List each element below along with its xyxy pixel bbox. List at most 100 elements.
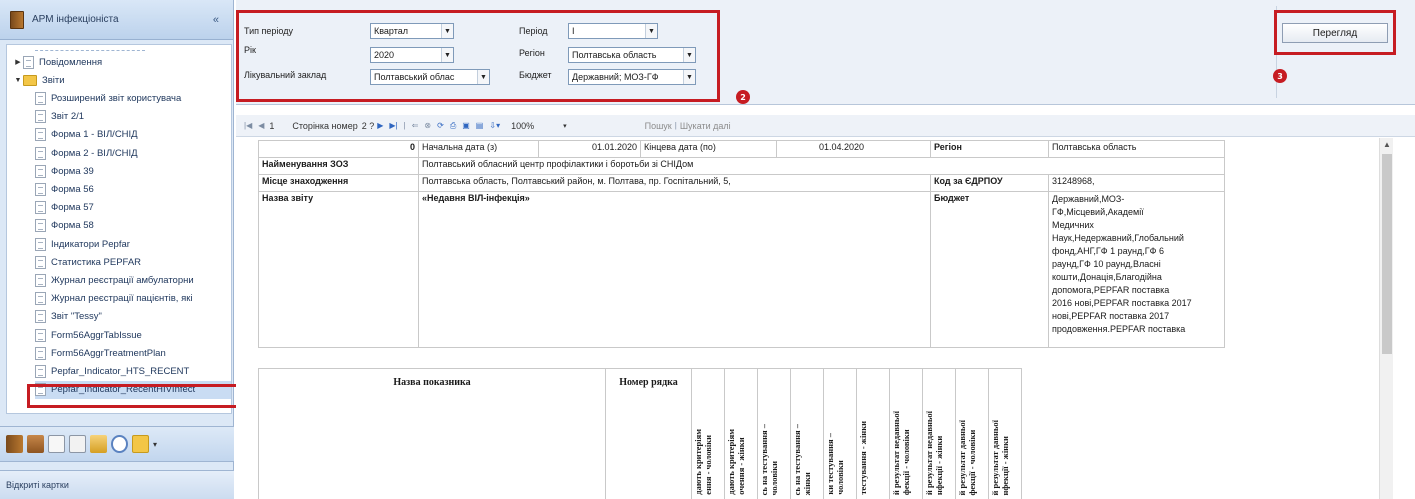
vertical-column-header: сь на тестування – жінки: [790, 368, 824, 499]
first-page-icon[interactable]: |◀: [244, 121, 252, 130]
vertical-column-header: ки тестування – чоловіки: [823, 368, 857, 499]
tree-item-label: Форма 2 - ВІЛ/СНІД: [51, 147, 138, 159]
navigation-tree: ▶ Повідомлення ▼ Звіти Розширений звіт корис…: [6, 44, 232, 414]
budget-line: фонд,АНГ,ГФ 1 раунд,ГФ 6: [1052, 246, 1164, 257]
region-header-value: Полтавська область: [1048, 140, 1225, 158]
tree-item[interactable]: Журнал реєстрації амбулаторни: [35, 271, 231, 289]
tree-item-label: Індикатори Pepfar: [51, 238, 130, 250]
vertical-scrollbar[interactable]: ▲: [1379, 138, 1393, 499]
print-icon[interactable]: ⎙: [450, 121, 456, 131]
current-page-field[interactable]: 1: [269, 121, 274, 131]
table-row: Назва звіту «Недавня ВІЛ-інфекція» Бюдже…: [258, 191, 1225, 348]
scrollbar-thumb[interactable]: [1382, 154, 1392, 354]
vertical-column-header: сь на тестування – чоловіки: [757, 368, 791, 499]
expanded-arrow-icon[interactable]: ▼: [13, 77, 23, 84]
vertical-header-text: й результат недавньої фекції - чоловіки: [891, 411, 912, 495]
vertical-header-line: очення - жінки: [735, 437, 746, 495]
stop-icon[interactable]: ⊗: [424, 121, 431, 130]
export-icon[interactable]: ⇩▾: [489, 121, 500, 130]
vertical-header-line: фекції - чоловіки: [966, 429, 977, 495]
print-layout-icon[interactable]: ▣: [462, 121, 470, 130]
tree-item-label: Журнал реєстрації пацієнтів, які: [51, 293, 193, 305]
indicator-table: Назва показника Номер рядка дають критер…: [258, 368, 1022, 499]
table-row: Найменування ЗОЗ Полтавський обласний це…: [258, 157, 1225, 175]
tree-item[interactable]: ▼ Звіти: [13, 71, 227, 89]
tree-item[interactable]: Звіт "Tessy": [35, 308, 231, 326]
tree-item[interactable]: Журнал реєстрації пацієнтів, які: [35, 290, 231, 308]
tree-item-label: Звіт 2/1: [51, 111, 85, 123]
separator-icon: |: [403, 121, 406, 130]
previous-page-icon[interactable]: ◀: [258, 121, 264, 130]
tree-item[interactable]: Статистика PEPFAR: [35, 253, 231, 271]
documents-icon[interactable]: [27, 435, 44, 453]
document-icon: [35, 328, 46, 342]
page-icon[interactable]: [48, 435, 65, 453]
document-icon: [35, 182, 46, 196]
tree-item[interactable]: Form56AggrTabIssue: [35, 326, 231, 344]
document-icon: [35, 364, 46, 378]
table-row: 0 Начальна дата (з) 01.01.2020 Кінцева д…: [258, 140, 1225, 158]
vertical-column-header: й результат давньої нфекції - жінки: [988, 368, 1022, 499]
page-setup-icon[interactable]: ▤: [476, 121, 484, 130]
budget-line: Державний,МОЗ-: [1052, 194, 1125, 204]
tree-item[interactable]: Форма 58: [35, 217, 231, 235]
location-label: Місце знаходження: [258, 174, 419, 192]
scroll-up-icon[interactable]: ▲: [1383, 140, 1391, 149]
vertical-header-text: й результат давньої нфекції - жінки: [990, 420, 1011, 496]
folder-icon[interactable]: [132, 435, 149, 453]
edit-form-icon[interactable]: [69, 435, 86, 453]
vertical-header-line: ення - чоловіки: [702, 435, 713, 495]
budget-line: раунд,ГФ 10 раунд,Власні: [1052, 259, 1161, 270]
tree-item[interactable]: Форма 2 - ВІЛ/СНІД: [35, 144, 231, 162]
highlight-filter-panel: [236, 10, 720, 102]
search-button[interactable]: Пошук: [645, 121, 672, 131]
collapsed-arrow-icon[interactable]: ▶: [13, 58, 23, 66]
double-chevron-left-icon[interactable]: «: [213, 14, 219, 26]
clock-icon[interactable]: [111, 435, 128, 453]
vertical-header-text: дають критеріям очення - жінки: [726, 429, 747, 495]
last-page-icon[interactable]: ▶|: [389, 121, 397, 130]
trash-icon[interactable]: [90, 435, 107, 453]
separator-icon: |: [674, 121, 677, 130]
sidebar-title: АРМ інфекціоніста: [32, 14, 119, 25]
region-header-label: Регіон: [930, 140, 1049, 158]
highlight-selected-report: [27, 384, 261, 408]
tree-item[interactable]: Form56AggrTreatmentPlan: [35, 344, 231, 362]
vertical-header-line: нфекції - жінки: [999, 435, 1010, 495]
tree-item[interactable]: Форма 56: [35, 180, 231, 198]
open-cards-bar[interactable]: Відкриті картки: [0, 470, 234, 499]
back-icon[interactable]: ⇐: [412, 121, 419, 130]
tree-item[interactable]: Форма 1 - ВІЛ/СНІД: [35, 126, 231, 144]
document-icon: [35, 91, 46, 105]
book-icon[interactable]: [6, 435, 23, 453]
document-icon: [35, 164, 46, 178]
tree-item[interactable]: ▶ Повідомлення: [13, 53, 227, 71]
vertical-header-text: сь на тестування – жінки: [792, 424, 813, 495]
chevron-down-icon[interactable]: ▾: [153, 440, 157, 449]
chevron-down-icon[interactable]: ▾: [563, 122, 567, 130]
tree-item[interactable]: Звіт 2/1: [35, 108, 231, 126]
facility-name-value: Полтавський обласний центр профілактики …: [418, 157, 1225, 175]
document-icon: [35, 255, 46, 269]
open-cards-label: Відкриті картки: [6, 480, 69, 490]
tree-item[interactable]: Форма 57: [35, 199, 231, 217]
vertical-header-line: фекції - чоловіки: [900, 429, 911, 495]
tree-item-label: Журнал реєстрації амбулаторни: [51, 274, 194, 286]
refresh-icon[interactable]: ⟳: [437, 121, 444, 130]
next-page-icon[interactable]: ▶: [377, 121, 383, 130]
vertical-header-text: й результат давньої фекції - чоловіки: [957, 420, 978, 496]
document-icon: [35, 128, 46, 142]
vertical-header-line: чоловіки: [768, 460, 779, 496]
tree-item[interactable]: Індикатори Pepfar: [35, 235, 231, 253]
tree-item-label: Форма 57: [51, 202, 94, 214]
report-name-value: «Недавня ВІЛ-інфекція»: [418, 191, 931, 348]
zoom-select[interactable]: 100%: [511, 121, 563, 131]
find-next-button[interactable]: Шукати далі: [680, 121, 731, 131]
tree-item[interactable]: Форма 39: [35, 162, 231, 180]
tree-item[interactable]: Pepfar_Indicator_HTS_RECENT: [35, 362, 231, 380]
report-toolbar: |◀ ◀ 1 Сторінка номер 2 ? ▶ ▶| | ⇐ ⊗ ⟳ ⎙…: [236, 115, 1415, 137]
report-name-label: Назва звіту: [258, 191, 419, 348]
vertical-header-text: дають критеріям ення - чоловіки: [693, 429, 714, 495]
vertical-column-header: й результат недавньої нфекції - жінки: [922, 368, 956, 499]
tree-item[interactable]: Розширений звіт користувача: [35, 89, 231, 107]
